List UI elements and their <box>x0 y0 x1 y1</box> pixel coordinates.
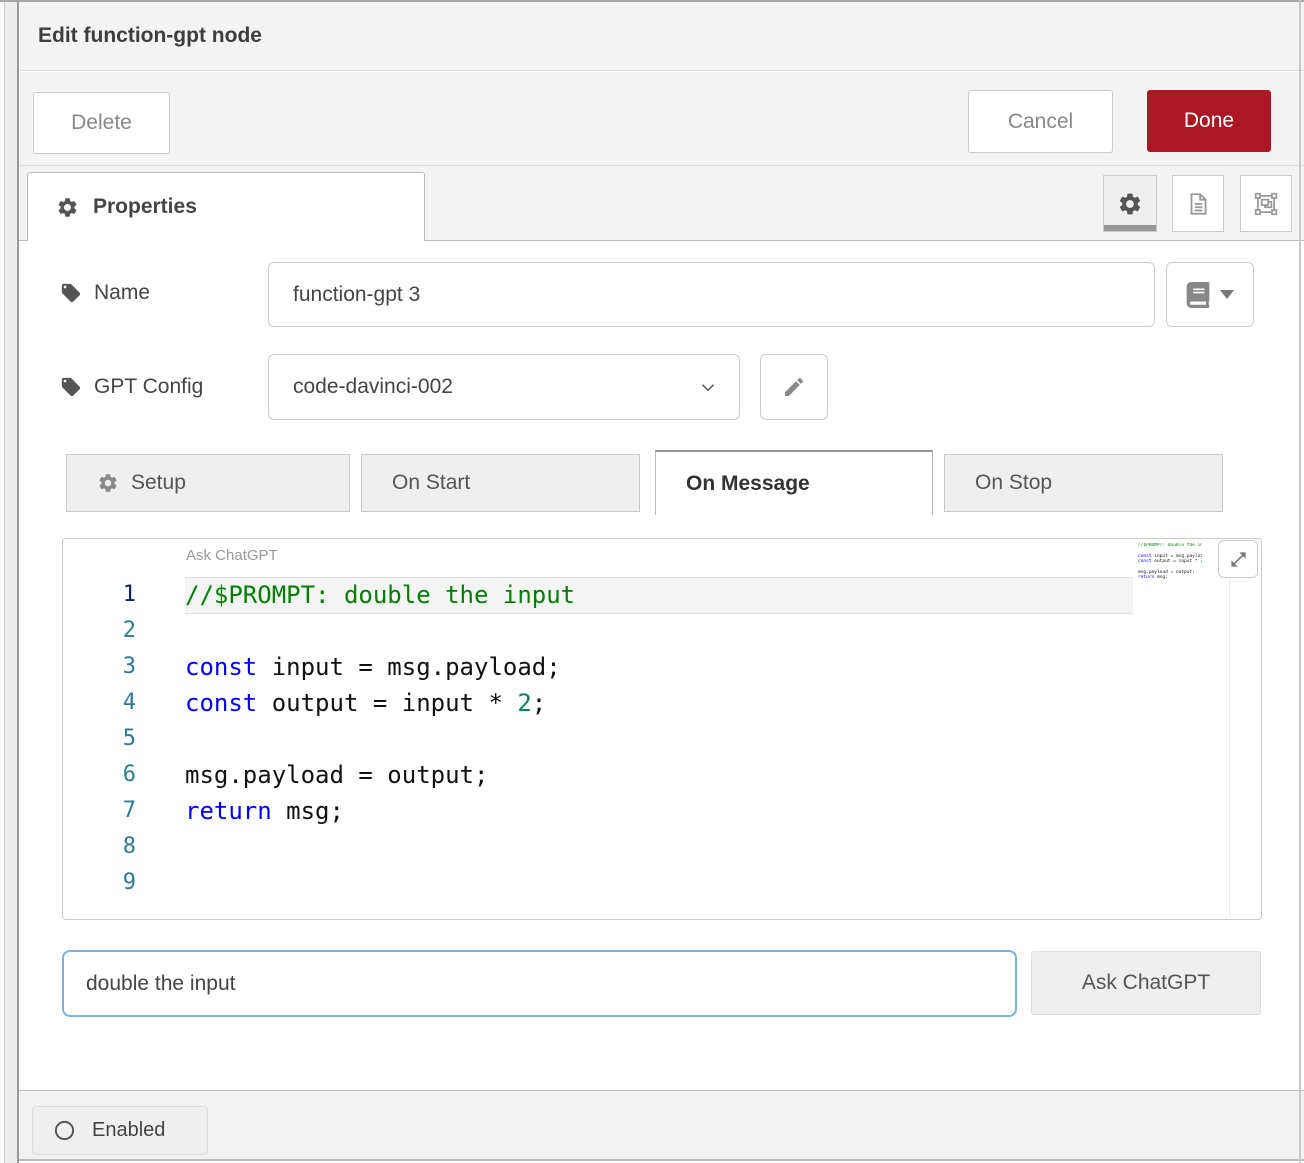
gpt-config-select[interactable]: code-davinci-002 <box>268 354 740 420</box>
appearance-view-button[interactable] <box>1240 175 1292 232</box>
caret-down-icon <box>1220 290 1234 299</box>
appearance-icon <box>1253 191 1279 217</box>
delete-button[interactable]: Delete <box>33 92 170 154</box>
cancel-button[interactable]: Cancel <box>968 90 1113 153</box>
expand-icon <box>1229 550 1248 569</box>
tray-footer: Enabled <box>19 1090 1304 1161</box>
done-button[interactable]: Done <box>1147 90 1271 152</box>
code-line: 9 <box>63 865 1261 901</box>
tray-header: Edit function-gpt node <box>19 2 1304 71</box>
code-line: 1 //$PROMPT: double the input <box>63 577 1261 613</box>
code-line: 2 <box>63 613 1261 649</box>
palette-edge <box>0 0 5 1163</box>
prompt-input[interactable] <box>62 950 1017 1017</box>
line-number: 3 <box>63 649 185 685</box>
code-editor[interactable]: Ask ChatGPT 1 //$PROMPT: double the inpu… <box>62 538 1262 920</box>
ask-chatgpt-button[interactable]: Ask ChatGPT <box>1031 951 1261 1015</box>
code-line: 4 const output = input * 2; <box>63 685 1261 721</box>
tab-properties-label: Properties <box>93 195 197 219</box>
gpt-config-label: GPT Config <box>60 375 203 399</box>
chevron-down-icon <box>697 376 719 398</box>
tab-properties[interactable]: Properties <box>27 172 425 241</box>
line-number: 2 <box>63 613 185 649</box>
line-number: 4 <box>63 685 185 721</box>
enabled-label: Enabled <box>92 1119 165 1142</box>
line-number: 5 <box>63 721 185 757</box>
properties-tab-bar: Properties <box>19 166 1304 241</box>
tab-on-message[interactable]: On Message <box>655 450 933 515</box>
properties-view-button[interactable] <box>1103 175 1157 232</box>
line-number: 7 <box>63 793 185 829</box>
dialog-title: Edit function-gpt node <box>38 24 262 48</box>
description-view-button[interactable] <box>1172 175 1224 232</box>
gear-icon <box>97 472 119 494</box>
editor-scroll-divider <box>1229 579 1230 917</box>
line-number: 1 <box>63 577 185 613</box>
line-number: 9 <box>63 865 185 901</box>
code-line: 3 const input = msg.payload; <box>63 649 1261 685</box>
edit-config-button[interactable] <box>760 354 828 420</box>
gear-icon <box>1117 191 1143 217</box>
code-line: 5 <box>63 721 1261 757</box>
gear-icon <box>56 196 79 219</box>
document-icon <box>1185 191 1211 217</box>
circle-icon <box>53 1119 76 1142</box>
tray-right-edge <box>1299 0 1301 1163</box>
enabled-toggle[interactable]: Enabled <box>32 1106 208 1155</box>
gpt-config-value: code-davinci-002 <box>293 375 697 399</box>
line-number: 8 <box>63 829 185 865</box>
tab-setup[interactable]: Setup <box>66 454 350 512</box>
tag-icon <box>60 376 82 398</box>
line-number: 6 <box>63 757 185 793</box>
tag-icon <box>60 282 82 304</box>
code-line: 7 return msg; <box>63 793 1261 829</box>
expand-editor-button[interactable] <box>1218 540 1258 578</box>
workspace-edge <box>0 0 19 1163</box>
name-label: Name <box>60 281 150 305</box>
pencil-icon <box>782 375 806 399</box>
codelens-ask-chatgpt[interactable]: Ask ChatGPT <box>186 547 278 564</box>
code-line: 6 msg.payload = output; <box>63 757 1261 793</box>
book-icon <box>1186 282 1210 308</box>
minimap[interactable]: //$PROMPT: double the input const input … <box>1138 543 1202 603</box>
node-red-edit-tray: Edit function-gpt node Delete Cancel Don… <box>0 0 1304 1163</box>
tab-on-stop[interactable]: On Stop <box>944 454 1223 512</box>
tray-toolbar: Delete Cancel Done <box>19 72 1304 166</box>
name-input[interactable] <box>268 262 1155 327</box>
code-lines: 1 //$PROMPT: double the input 2 3 const … <box>63 577 1261 901</box>
tab-on-start[interactable]: On Start <box>361 454 640 512</box>
code-line: 8 <box>63 829 1261 865</box>
name-type-button[interactable] <box>1166 262 1254 327</box>
